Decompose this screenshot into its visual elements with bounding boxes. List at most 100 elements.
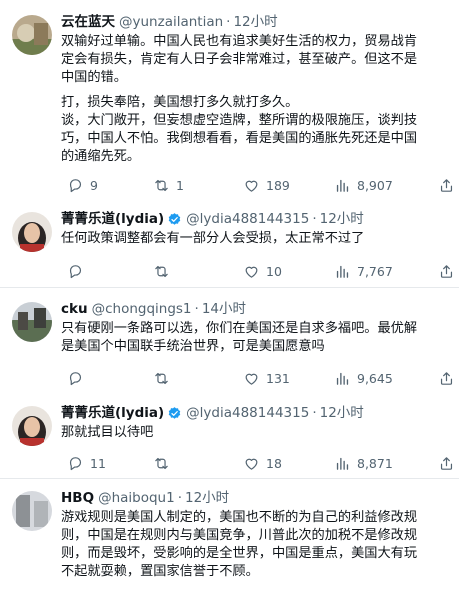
tweet-text: 双输好过单输。中国人民也有追求美好生活的权力，贸易战肯 定会有损失，肯定有人日子会… [61,33,447,166]
display-name[interactable]: HBQ [61,489,94,507]
tweet-actions: 10 7,767 [61,259,453,283]
avatar[interactable] [12,491,52,531]
tweet-text-line: 游戏规则是美国人制定的，美国也不断的为自己的利益修改规 [61,510,418,525]
tweet-text-line: 巧，中国人不怕。我倒想看看，看是美国的通胀先死还是中国 [61,131,418,146]
separator-dot: · [312,405,317,421]
user-handle[interactable]: @chongqings1 [92,300,192,318]
separator-dot: · [312,211,317,227]
tweet[interactable]: 菁菁乐道(lydia) @lydia488144315 · 12小时那就拭目以待吧 [0,404,459,446]
retweets-count: 1 [176,177,184,193]
timestamp[interactable]: 14小时 [202,300,246,318]
retweet-icon [153,263,170,280]
retweet-icon [153,370,170,387]
tweet-actions: 9 1 189 8,907 [61,173,453,197]
verified-badge-icon [167,212,182,227]
tweet-text-line: 则，中国是在规则内与美国竞争，川普此次的加税不是修改规 [61,528,418,543]
tweet[interactable]: 云在蓝天 @yunzailantian · 12小时 双输好过单输。中国人民也有追求美好… [0,13,459,166]
tweet-text-line: 那就拭目以待吧 [61,425,154,440]
views-button[interactable]: 7,767 [328,259,393,283]
tweet-text-line: 双输好过单输。中国人民也有追求美好生活的权力，贸易战肯 [61,34,418,49]
views-count: 7,767 [357,263,393,279]
heart-icon [243,370,260,387]
views-button[interactable]: 8,907 [328,173,393,197]
display-name[interactable]: 云在蓝天 [61,13,115,31]
tweet-text: 只有硬刚一条路可以选，你们在美国还是自求多福吧。最优解 是美国个中国联手统治世界，… [61,320,447,356]
like-button[interactable]: 10 [237,259,282,283]
heart-icon [243,177,260,194]
timestamp[interactable]: 12小时 [320,210,364,228]
likes-count: 18 [266,455,282,471]
avatar[interactable] [12,406,52,446]
like-button[interactable]: 131 [237,366,290,390]
share-icon [438,370,455,387]
tweet-text-line: 打，损失奉陪，美国想打多久就打多久。 [61,95,299,110]
retweet-button[interactable] [147,259,176,283]
user-handle[interactable]: @lydia488144315 [186,210,309,228]
reply-icon [67,177,84,194]
retweet-button[interactable] [147,451,176,475]
display-name[interactable]: 菁菁乐道(lydia) [61,210,164,228]
display-name[interactable]: 菁菁乐道(lydia) [61,404,164,422]
tweet-text: 游戏规则是美国人制定的，美国也不断的为自己的利益修改规 则，中国是在规则内与美国竞… [61,509,447,581]
views-button[interactable]: 8,871 [328,451,393,475]
avatar[interactable] [12,212,52,252]
views-chart-icon [334,370,351,387]
reply-button[interactable]: 11 [61,451,106,475]
avatar[interactable] [12,15,52,55]
reply-icon [67,370,84,387]
share-button[interactable] [432,451,455,475]
views-count: 8,871 [357,455,393,471]
reply-thread-feed: 云在蓝天 @yunzailantian · 12小时 双输好过单输。中国人民也有追求美好… [0,0,459,591]
tweet[interactable]: HBQ @haiboqu1 · 12小时游戏规则是美国人制定的，美国也不断的为自己的利… [0,489,459,581]
replies-count: 11 [90,455,106,471]
tweet-text-line: 不起就耍赖，置国家信誉于不顾。 [61,564,259,579]
heart-icon [243,455,260,472]
tweet-text-line: 谈，大门敞开，但妄想虚空造牌，整所谓的极限施压，谈判技 [61,113,418,128]
timestamp[interactable]: 12小时 [185,489,229,507]
share-button[interactable] [432,366,455,390]
tweet-text-line: 则，而是毁坏，受影响的是全世界，中国是重点，美国大有玩 [61,546,418,561]
share-icon [438,263,455,280]
tweet-actions: 11 18 8,871 [61,451,453,475]
tweet-header: cku @chongqings1 · 14小时 [61,300,447,318]
reply-button[interactable]: 9 [61,173,98,197]
tweet-header: 云在蓝天 @yunzailantian · 12小时 [61,13,447,31]
separator-dot: · [177,490,182,506]
user-handle[interactable]: @haiboqu1 [98,489,175,507]
like-button[interactable]: 189 [237,173,290,197]
views-chart-icon [334,263,351,280]
display-name[interactable]: cku [61,300,88,318]
tweet[interactable]: cku @chongqings1 · 14小时 只有硬刚一条路可以选，你们在美国还是自求… [0,300,459,356]
like-button[interactable]: 18 [237,451,282,475]
retweet-icon [153,455,170,472]
verified-badge-icon [167,406,182,421]
share-button[interactable] [432,259,455,283]
likes-count: 131 [266,370,290,386]
separator-dot: · [194,301,199,317]
retweet-button[interactable] [147,366,176,390]
views-chart-icon [334,455,351,472]
tweet-text-line: 定会有损失，肯定有人日子会非常难过，甚至破产。但这不是 [61,52,418,67]
tweet[interactable]: 菁菁乐道(lydia) @lydia488144315 · 12小时任何政策调整都会有… [0,210,459,252]
tweet-text: 任何政策调整都会有一部分人会受损，太正常不过了 [61,230,447,248]
tweet-text-line: 是美国个中国联手统治世界，可是美国愿意吗 [61,339,325,354]
timestamp[interactable]: 12小时 [320,404,364,422]
share-icon [438,177,455,194]
heart-icon [243,263,260,280]
share-icon [438,455,455,472]
share-button[interactable] [432,173,455,197]
user-handle[interactable]: @lydia488144315 [186,404,309,422]
reply-button[interactable] [61,366,90,390]
views-button[interactable]: 9,645 [328,366,393,390]
tweet-text-line: 只有硬刚一条路可以选，你们在美国还是自求多福吧。最优解 [61,321,418,336]
user-handle[interactable]: @yunzailantian [119,13,223,31]
retweet-icon [153,177,170,194]
views-chart-icon [334,177,351,194]
avatar[interactable] [12,302,52,342]
thread-divider [0,287,459,288]
reply-button[interactable] [61,259,90,283]
retweet-button[interactable]: 1 [147,173,184,197]
timestamp[interactable]: 12小时 [233,13,277,31]
thread-divider [0,478,459,479]
tweet-header: 菁菁乐道(lydia) @lydia488144315 · 12小时 [61,404,447,422]
